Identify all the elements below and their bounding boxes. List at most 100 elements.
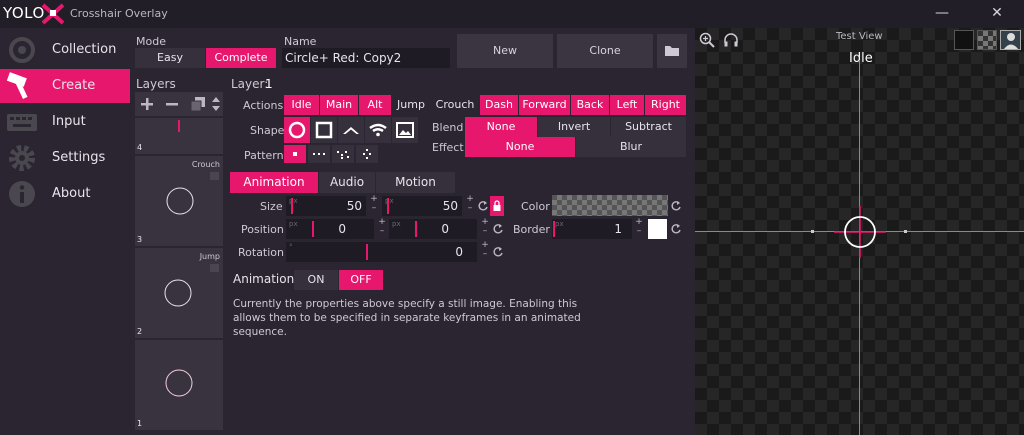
circle-shape-icon	[288, 121, 306, 139]
open-folder-button[interactable]	[657, 34, 687, 68]
action-crouch[interactable]: Crouch	[431, 95, 479, 115]
shape-wifi-button[interactable]	[365, 117, 391, 143]
lock-aspect-button[interactable]	[490, 196, 504, 216]
action-alt[interactable]: Alt	[359, 95, 391, 115]
action-back[interactable]: Back	[571, 95, 609, 115]
remove-layer-icon[interactable]	[164, 96, 180, 112]
pattern-1-button[interactable]	[284, 145, 306, 163]
size-width-input[interactable]: px 50	[286, 196, 366, 216]
effect-none-button[interactable]: None	[465, 137, 575, 157]
border-label: Border	[513, 223, 550, 236]
layer-thumbnail-circle	[165, 369, 193, 397]
tab-motion[interactable]: Motion	[376, 172, 455, 193]
pattern-2-button[interactable]	[308, 145, 330, 163]
tab-audio[interactable]: Audio	[319, 172, 375, 193]
headphones-icon[interactable]	[723, 32, 739, 48]
duplicate-layer-icon[interactable]	[190, 96, 206, 112]
action-jump[interactable]: Jump	[392, 95, 430, 115]
action-dash[interactable]: Dash	[480, 95, 518, 115]
shape-chevron-button[interactable]	[338, 117, 364, 143]
test-view-panel[interactable]: Test View Idle	[695, 28, 1024, 435]
sidebar-item-collection[interactable]: Collection	[0, 33, 130, 67]
layer-menu-icon[interactable]	[210, 264, 219, 272]
sidebar-item-settings[interactable]: Settings	[0, 141, 130, 175]
blend-subtract-button[interactable]: Subtract	[611, 117, 686, 137]
layer-card-3[interactable]: Crouch 3	[135, 156, 223, 246]
position-x-stepper[interactable]: + –	[377, 218, 387, 238]
action-forward[interactable]: Forward	[519, 95, 570, 115]
position-x-input[interactable]: px 0	[286, 219, 374, 239]
square-shape-icon	[315, 121, 333, 139]
pattern-label: Pattern	[244, 149, 284, 162]
animation-off-button[interactable]: OFF	[339, 270, 383, 290]
animation-on-button[interactable]: ON	[294, 270, 338, 290]
sidebar-item-input[interactable]: Input	[0, 105, 130, 139]
action-right[interactable]: Right	[645, 95, 686, 115]
background-dark-swatch[interactable]	[954, 30, 974, 50]
blend-none-button[interactable]: None	[465, 117, 537, 137]
layer-card-4[interactable]: 4	[135, 118, 223, 154]
size-height-stepper[interactable]: + –	[465, 195, 475, 215]
app-title: Crosshair Overlay	[70, 7, 168, 20]
name-input[interactable]: Circle+ Red: Copy2	[282, 48, 450, 68]
new-button[interactable]: New	[457, 34, 553, 68]
border-width-stepper[interactable]: + –	[634, 218, 644, 238]
mode-easy-button[interactable]: Easy	[135, 48, 205, 68]
shape-square-button[interactable]	[311, 117, 337, 143]
action-idle[interactable]: Idle	[284, 95, 319, 115]
layer-thumbnail	[178, 120, 180, 132]
reset-icon[interactable]	[477, 199, 489, 213]
animation-description: Currently the properties above specify a…	[233, 298, 581, 338]
position-y-input[interactable]: px 0	[389, 219, 477, 239]
lock-icon	[493, 200, 501, 211]
close-button[interactable]: ✕	[985, 3, 1009, 23]
rotation-input[interactable]: ° 0	[286, 242, 477, 262]
app-logo: YOLO	[3, 4, 45, 22]
reset-icon[interactable]	[670, 199, 682, 213]
shape-circle-button[interactable]	[284, 117, 310, 143]
position-y-stepper[interactable]: + –	[480, 218, 490, 238]
keyboard-icon	[7, 114, 37, 131]
pattern-3-button[interactable]	[332, 145, 354, 163]
sidebar-item-label: Settings	[52, 150, 106, 165]
border-width-input[interactable]: px 1	[552, 219, 632, 239]
effect-blur-button[interactable]: Blur	[576, 137, 686, 157]
size-height-input[interactable]: px 50	[382, 196, 462, 216]
action-left[interactable]: Left	[610, 95, 644, 115]
shape-image-button[interactable]	[392, 117, 418, 143]
mode-label: Mode	[136, 35, 166, 48]
border-color-swatch[interactable]	[648, 219, 667, 239]
background-image-swatch[interactable]	[1000, 30, 1021, 50]
effect-label: Effect	[432, 141, 464, 154]
zoom-in-icon[interactable]	[699, 32, 715, 48]
reset-icon[interactable]	[670, 222, 682, 236]
layer-card-2[interactable]: Jump 2	[135, 248, 223, 338]
size-width-stepper[interactable]: + –	[369, 195, 379, 215]
background-checker-swatch[interactable]	[977, 30, 997, 50]
test-view-title: Test View	[836, 31, 883, 42]
gear-icon	[9, 145, 35, 171]
move-layer-arrows-icon[interactable]	[211, 95, 221, 113]
layer-number: 2	[137, 327, 143, 336]
sidebar-item-about[interactable]: About	[0, 177, 130, 211]
clone-button[interactable]: Clone	[557, 34, 653, 68]
blend-invert-button[interactable]: Invert	[538, 117, 610, 137]
tab-animation[interactable]: Animation	[230, 172, 318, 193]
rotation-stepper[interactable]: + –	[480, 241, 490, 261]
sidebar-item-label: About	[52, 186, 91, 201]
layer-card-1[interactable]: 1	[135, 340, 223, 430]
pattern-4-button[interactable]	[356, 145, 378, 163]
reset-icon[interactable]	[492, 222, 504, 236]
mode-complete-button[interactable]: Complete	[206, 48, 276, 68]
action-main[interactable]: Main	[320, 95, 358, 115]
rotation-label: Rotation	[238, 246, 285, 259]
sidebar-item-label: Input	[52, 114, 86, 129]
layer-number: 1	[137, 419, 143, 428]
layer-menu-icon[interactable]	[210, 172, 219, 180]
layer-number: 3	[137, 235, 143, 244]
minimize-button[interactable]: —	[930, 3, 954, 23]
color-swatch[interactable]	[552, 195, 668, 216]
reset-icon[interactable]	[492, 245, 504, 259]
sidebar-item-create[interactable]: Create	[0, 69, 130, 103]
add-layer-icon[interactable]	[139, 96, 155, 112]
